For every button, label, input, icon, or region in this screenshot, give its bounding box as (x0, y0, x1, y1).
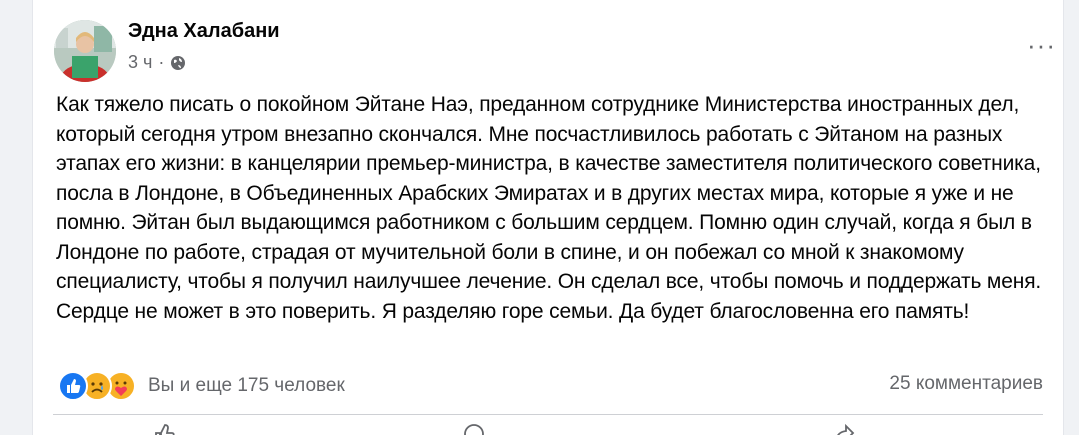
actions-divider (53, 414, 1043, 415)
like-icon (155, 424, 175, 435)
comment-icon (464, 424, 484, 435)
globe-icon[interactable] (170, 55, 186, 71)
post-card: Эдна Халабани 3 ч · ··· Как тяжело писат… (32, 0, 1064, 435)
like-button[interactable] (153, 424, 175, 435)
share-icon (837, 423, 855, 435)
author-avatar[interactable] (54, 20, 116, 82)
comment-button[interactable] (463, 424, 485, 435)
post-meta: 3 ч · (128, 52, 186, 73)
reactions-summary[interactable]: Вы и еще 175 человек (58, 371, 345, 401)
post-time[interactable]: 3 ч (128, 52, 152, 73)
comments-count-link[interactable]: 25 комментариев (889, 373, 1043, 395)
avatar-photo (54, 20, 116, 82)
post-text: Как тяжело писать о покойном Эйтане Наэ,… (56, 93, 1042, 323)
meta-separator: · (158, 52, 165, 72)
reactions-count-label: Вы и еще 175 человек (148, 375, 345, 396)
more-horizontal-icon[interactable]: ··· (1027, 32, 1056, 58)
post-actions-bar (33, 423, 1063, 435)
like-reaction-icon (58, 371, 88, 401)
share-button[interactable] (833, 423, 855, 435)
post-author-name[interactable]: Эдна Халабани (128, 20, 280, 43)
